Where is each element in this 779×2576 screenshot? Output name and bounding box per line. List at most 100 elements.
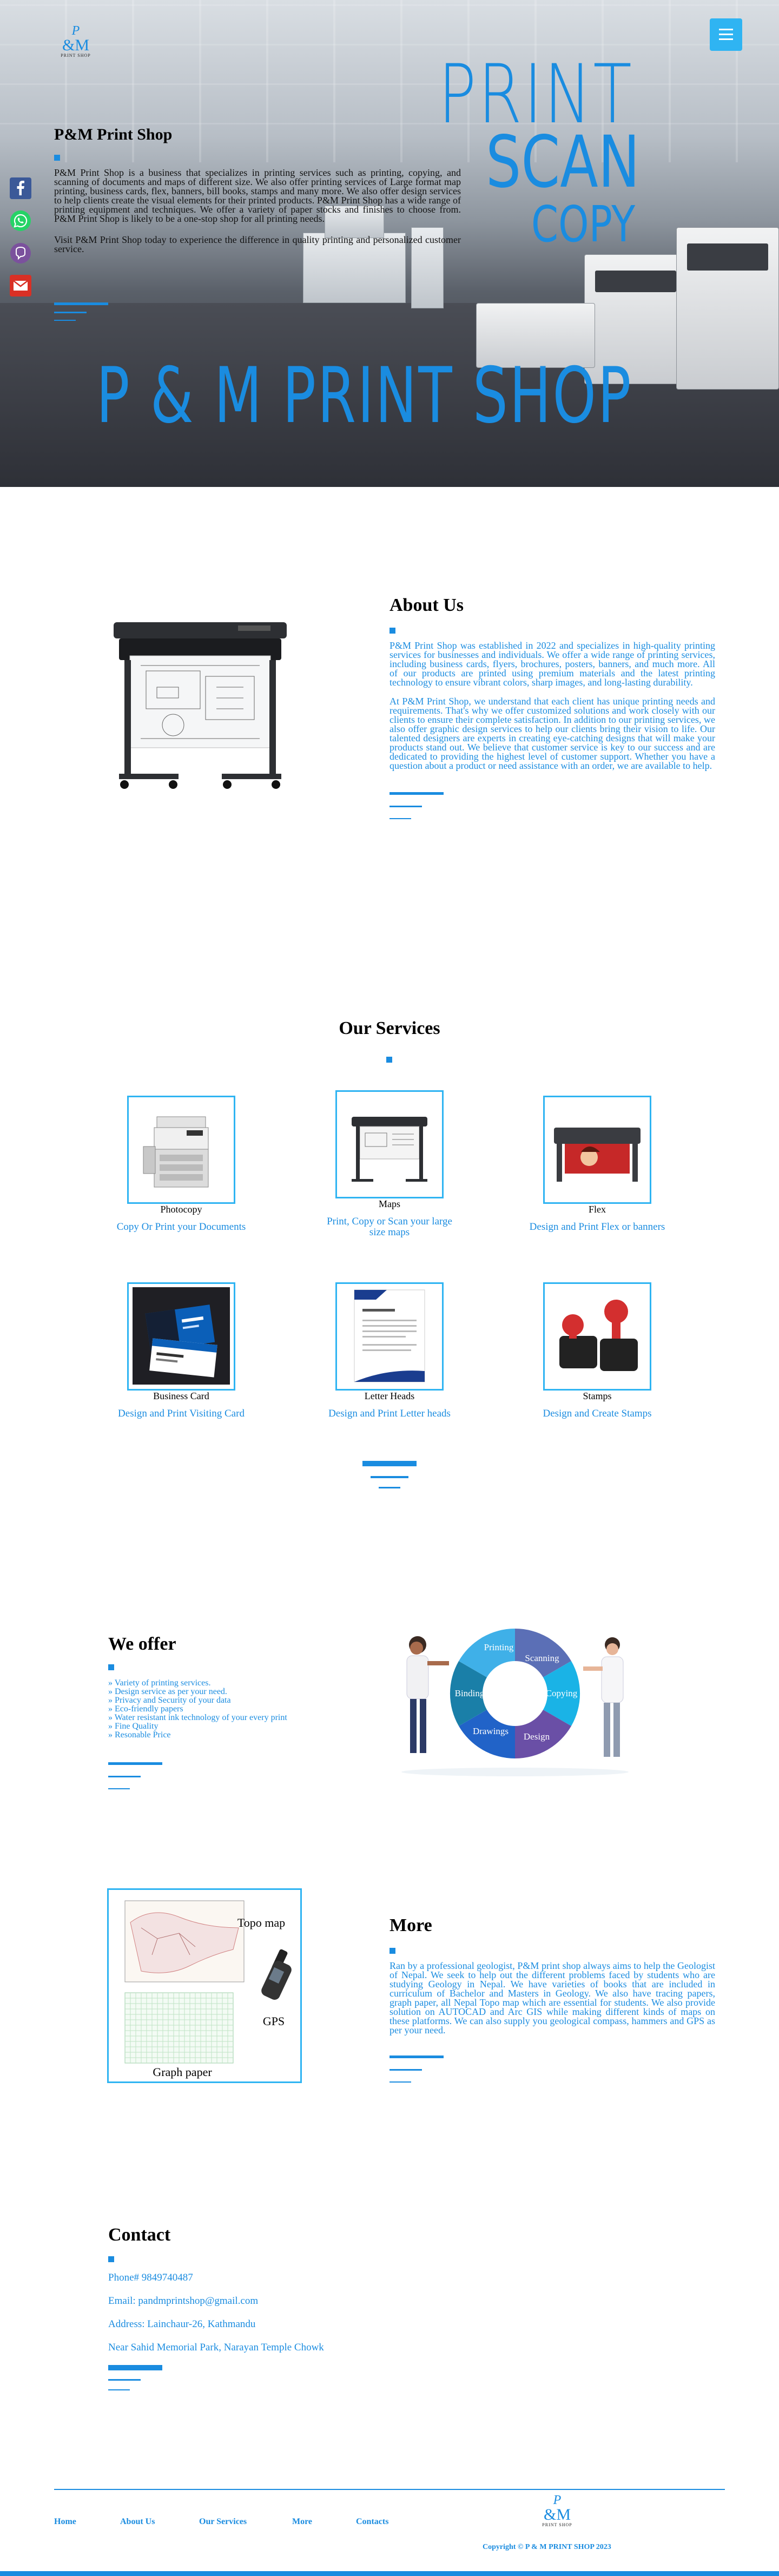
graph-paper-label: Graph paper xyxy=(153,2065,212,2079)
viber-icon[interactable] xyxy=(10,242,31,264)
more-paragraph: Ran by a professional geologist, P&M pri… xyxy=(390,1960,715,2035)
copier-panel xyxy=(595,271,676,292)
about-title: About Us xyxy=(390,595,464,615)
letterhead-image xyxy=(354,1289,425,1382)
decorative-bars xyxy=(54,302,461,321)
contact-email[interactable]: Email: pandmprintshop@gmail.com xyxy=(108,2295,433,2307)
hero-content: P&M Print Shop P&M Print Shop is a busin… xyxy=(54,126,461,321)
cycle-label: Printing xyxy=(484,1642,514,1652)
service-description: Design and Print Visiting Card xyxy=(118,1408,245,1419)
list-item: » Variety of printing services. xyxy=(108,1678,211,1688)
cycle-label: Copying xyxy=(546,1688,578,1698)
footer-link-about[interactable]: About Us xyxy=(120,2517,155,2527)
service-card-letter-heads[interactable]: Letter Heads Design and Print Letter hea… xyxy=(319,1282,460,1419)
service-description: Print, Copy or Scan your large size maps xyxy=(327,1216,452,1238)
plotter-image xyxy=(352,1117,427,1182)
cycle-label: Scanning xyxy=(525,1653,559,1663)
more-title: More xyxy=(390,1915,432,1935)
service-description: Copy Or Print your Documents xyxy=(116,1221,246,1233)
title-marker xyxy=(390,628,395,634)
service-description: Design and Print Letter heads xyxy=(328,1408,451,1419)
plotter-image xyxy=(108,611,292,812)
overlay-scan-text: SCAN xyxy=(486,121,640,204)
logo-subtitle: PRINT SHOP xyxy=(542,2522,572,2527)
photocopier-image xyxy=(143,1116,209,1188)
cycle-label: Design xyxy=(524,1731,550,1742)
service-image-frame xyxy=(543,1096,651,1204)
hamburger-icon xyxy=(719,38,733,40)
service-image-frame xyxy=(335,1282,444,1391)
about-section: About Us P&M Print Shop was established … xyxy=(390,595,715,819)
footer-link-more[interactable]: More xyxy=(292,2517,312,2527)
title-marker xyxy=(386,1057,392,1063)
contact-title: Contact xyxy=(108,2225,171,2245)
footer-link-home[interactable]: Home xyxy=(54,2517,76,2527)
brand-logo[interactable]: P &M PRINT SHOP xyxy=(54,24,97,73)
title-marker xyxy=(108,2256,114,2262)
contact-address: Address: Lainchaur-26, Kathmandu xyxy=(108,2318,256,2330)
hero-description-visit: Visit P&M Print Shop today to experience… xyxy=(54,234,461,254)
service-image-frame xyxy=(127,1282,235,1391)
more-image-frame: Topo map GPS Graph paper xyxy=(107,1888,302,2083)
service-image-frame xyxy=(543,1282,651,1391)
service-description: Design and Print Flex or banners xyxy=(529,1221,665,1233)
contact-phone[interactable]: Phone# 9849740487 xyxy=(108,2272,433,2284)
cycle-label: Drawings xyxy=(473,1726,509,1736)
business-card-image xyxy=(133,1287,230,1385)
gmail-icon[interactable] xyxy=(10,275,31,297)
service-card-photocopy[interactable]: Photocopy Copy Or Print your Documents xyxy=(111,1096,252,1233)
service-name: Flex xyxy=(588,1204,606,1215)
footer-logo[interactable]: P &M PRINT SHOP xyxy=(530,2493,584,2542)
list-item: » Water resistant ink technology of your… xyxy=(108,1713,287,1722)
hero-title: P&M Print Shop xyxy=(54,126,173,143)
overlay-print-text: PRINT xyxy=(438,48,633,142)
contact-section: Contact Phone# 9849740487 Email: pandmpr… xyxy=(108,2225,433,2390)
services-cycle-diagram: Printing Scanning Copying Design Drawing… xyxy=(391,1618,639,1780)
footer-link-services[interactable]: Our Services xyxy=(199,2517,247,2527)
overlay-shop-text: P & M PRINT SHOP xyxy=(96,351,633,440)
about-paragraph-1: P&M Print Shop was established in 2022 a… xyxy=(390,640,715,688)
copier-panel xyxy=(687,243,768,271)
stamps-image xyxy=(559,1300,638,1371)
list-item: » Resonable Price xyxy=(108,1730,171,1740)
menu-button[interactable] xyxy=(710,18,742,51)
facebook-icon[interactable] xyxy=(10,177,31,199)
hero-section: P &M PRINT SHOP PRINT SCAN COPY P & M PR… xyxy=(0,0,779,487)
decorative-bars xyxy=(390,2055,715,2083)
about-paragraph-2: At P&M Print Shop, we understand that ea… xyxy=(390,696,715,771)
footer-divider xyxy=(54,2489,725,2490)
service-name: Photocopy xyxy=(160,1204,202,1215)
overlay-copy-text: COPY xyxy=(531,195,636,253)
service-description: Design and Create Stamps xyxy=(543,1408,652,1419)
offer-title: We offer xyxy=(108,1634,176,1654)
flex-printer-image xyxy=(554,1128,641,1182)
more-section: More Ran by a professional geologist, P&… xyxy=(390,1915,715,2083)
service-card-stamps[interactable]: Stamps Design and Create Stamps xyxy=(527,1282,668,1419)
decorative-bars xyxy=(362,1461,417,1488)
service-card-maps[interactable]: Maps Print, Copy or Scan your large size… xyxy=(319,1090,460,1238)
service-card-business-card[interactable]: Business Card Design and Print Visiting … xyxy=(111,1282,252,1419)
whatsapp-icon[interactable] xyxy=(10,210,31,232)
list-item: » Privacy and Security of your data xyxy=(108,1696,231,1705)
title-marker xyxy=(390,1948,395,1954)
service-image-frame xyxy=(335,1090,444,1198)
logo-amp: &M xyxy=(543,2506,571,2524)
person-illustration xyxy=(583,1637,624,1757)
topo-map-image xyxy=(124,1900,245,1982)
title-marker xyxy=(108,1664,114,1670)
decorative-bars xyxy=(108,1762,335,1789)
copyright-text: Copyright © P & M PRINT SHOP 2023 xyxy=(483,2543,611,2551)
gps-image xyxy=(261,1949,292,2000)
topo-map-label: Topo map xyxy=(237,1916,285,1929)
contact-landmark: Near Sahid Memorial Park, Narayan Temple… xyxy=(108,2342,324,2353)
footer-link-contacts[interactable]: Contacts xyxy=(356,2517,388,2527)
service-name: Maps xyxy=(379,1198,400,1209)
gps-label: GPS xyxy=(263,2014,285,2028)
service-card-flex[interactable]: Flex Design and Print Flex or banners xyxy=(527,1096,668,1233)
logo-subtitle: PRINT SHOP xyxy=(61,53,91,58)
hamburger-icon xyxy=(719,29,733,30)
decorative-bars xyxy=(390,792,715,819)
service-name: Business Card xyxy=(153,1391,209,1401)
offer-list: » Variety of printing services. » Design… xyxy=(108,1679,335,1740)
service-name: Letter Heads xyxy=(364,1391,415,1401)
